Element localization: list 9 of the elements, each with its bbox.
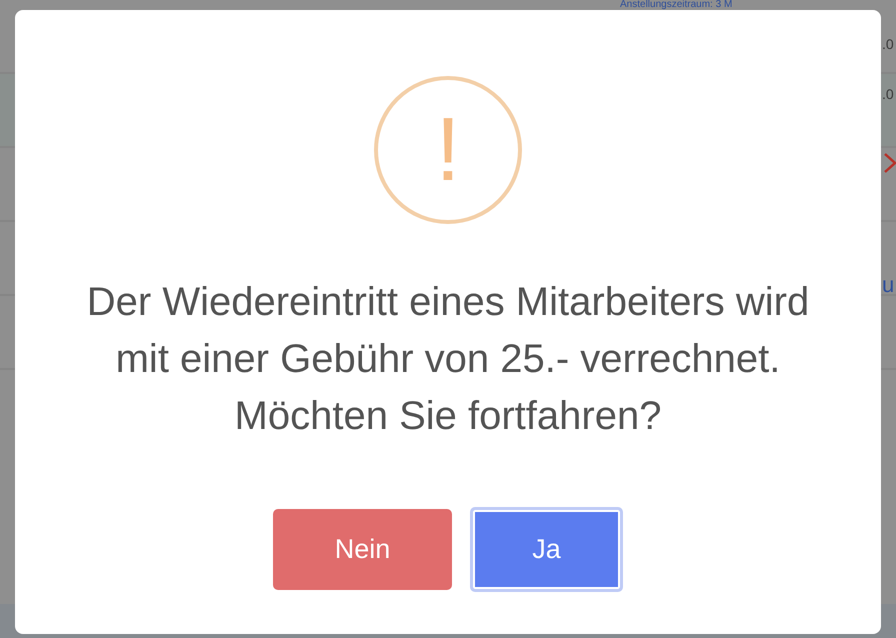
field-label: Anstellungszeitraum: 3 M: [620, 0, 732, 10]
table-cell-text: .0: [882, 35, 894, 54]
dialog-question: Möchten Sie fortfahren?: [234, 393, 662, 440]
dialog-message: Der Wiedereintritt eines Mitarbeiters wird mit einer Gebühr von 25.- verrechnet.: [86, 279, 810, 383]
table-cell-text: .0: [882, 85, 894, 104]
warning-icon: !: [374, 76, 522, 224]
link[interactable]: u: [882, 268, 894, 301]
yes-button[interactable]: Ja: [470, 507, 623, 592]
no-button[interactable]: Nein: [273, 509, 452, 590]
